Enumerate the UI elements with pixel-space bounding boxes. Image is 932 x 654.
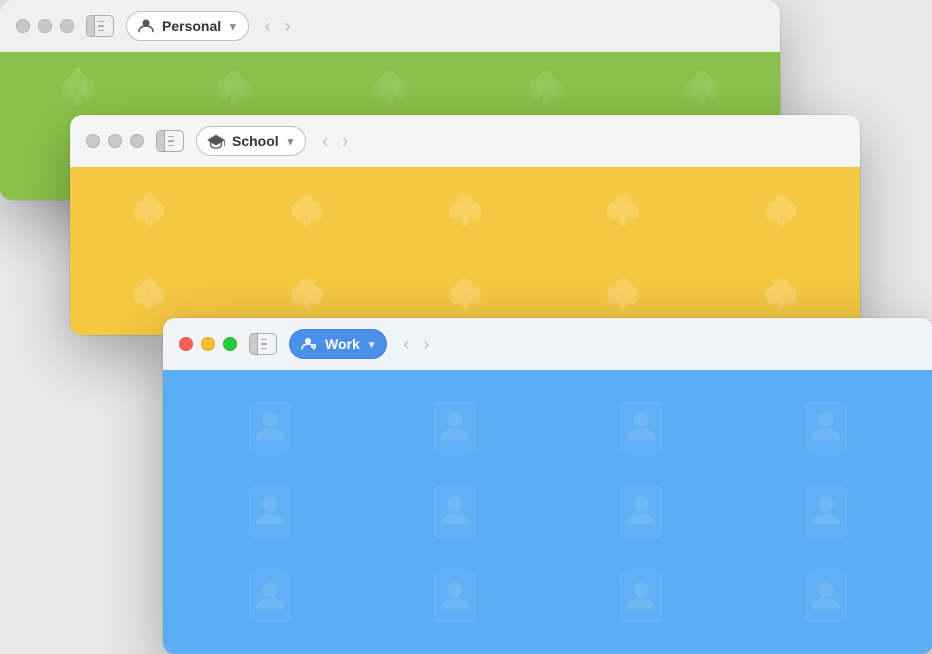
maximize-button-school[interactable] xyxy=(130,134,144,148)
sidebar-line xyxy=(261,348,267,350)
sidebar-left xyxy=(157,131,165,151)
nav-forward-work[interactable]: › xyxy=(423,334,429,355)
contact-tile xyxy=(373,479,539,544)
contact-tile xyxy=(558,479,724,544)
contact-tile xyxy=(187,565,353,630)
chevron-down-icon: ▾ xyxy=(288,135,294,148)
close-button-school[interactable] xyxy=(86,134,100,148)
account-label-work: Work xyxy=(325,336,360,352)
nav-forward-school[interactable]: › xyxy=(342,131,348,152)
window-work[interactable]: Work ▾ ‹ › xyxy=(163,318,932,654)
content-school xyxy=(70,167,860,335)
sidebar-left-work xyxy=(250,334,258,354)
account-selector-personal[interactable]: Personal ▾ xyxy=(126,11,249,41)
sidebar-toggle-work[interactable] xyxy=(249,333,277,355)
person-badge-icon xyxy=(300,335,318,353)
minimize-button-personal[interactable] xyxy=(38,19,52,33)
contact-tile xyxy=(373,394,539,459)
traffic-lights-school xyxy=(86,134,144,148)
contact-tile xyxy=(744,394,910,459)
nav-back-personal[interactable]: ‹ xyxy=(265,16,271,37)
sidebar-right-work xyxy=(258,334,270,354)
contact-tile xyxy=(744,565,910,630)
sidebar-toggle-right xyxy=(95,16,107,36)
sidebar-line xyxy=(261,339,267,341)
contact-tile xyxy=(558,394,724,459)
person-icon xyxy=(137,17,155,35)
nav-arrows-personal: ‹ › xyxy=(265,16,291,37)
account-selector-school[interactable]: School ▾ xyxy=(196,126,306,156)
pattern-cell xyxy=(702,167,860,251)
graduation-cap-icon xyxy=(207,132,225,150)
sidebar-line xyxy=(98,21,104,23)
pattern-cell xyxy=(70,167,228,251)
sidebar-line xyxy=(98,30,104,32)
contact-tile xyxy=(187,394,353,459)
sidebar-line xyxy=(98,25,104,27)
account-label-school: School xyxy=(232,133,279,149)
close-button-personal[interactable] xyxy=(16,19,30,33)
nav-arrows-school: ‹ › xyxy=(322,131,348,152)
pattern-cell xyxy=(386,167,544,251)
sidebar-line xyxy=(168,136,174,138)
traffic-lights-personal xyxy=(16,19,74,33)
nav-arrows-work: ‹ › xyxy=(403,334,429,355)
minimize-button-work[interactable] xyxy=(201,337,215,351)
titlebar-work: Work ▾ ‹ › xyxy=(163,318,932,370)
background-pattern-school xyxy=(70,167,860,335)
maximize-button-work[interactable] xyxy=(223,337,237,351)
sidebar-right xyxy=(165,131,177,151)
contact-tile xyxy=(558,565,724,630)
nav-back-work[interactable]: ‹ xyxy=(403,334,409,355)
minimize-button-school[interactable] xyxy=(108,134,122,148)
contact-tile xyxy=(373,565,539,630)
pattern-cell xyxy=(544,167,702,251)
content-work xyxy=(163,370,932,654)
sidebar-toggle-left xyxy=(87,16,95,36)
chevron-down-icon: ▾ xyxy=(230,20,236,33)
sidebar-toggle-personal[interactable] xyxy=(86,15,114,37)
maximize-button-personal[interactable] xyxy=(60,19,74,33)
titlebar-personal: Personal ▾ ‹ › xyxy=(0,0,780,52)
contact-grid-pattern xyxy=(163,370,932,654)
contact-tile xyxy=(744,479,910,544)
close-button-work[interactable] xyxy=(179,337,193,351)
sidebar-line xyxy=(168,145,174,147)
account-label-personal: Personal xyxy=(162,18,221,34)
nav-forward-personal[interactable]: › xyxy=(285,16,291,37)
titlebar-school: School ▾ ‹ › xyxy=(70,115,860,167)
account-selector-work[interactable]: Work ▾ xyxy=(289,329,387,359)
chevron-down-icon: ▾ xyxy=(369,338,375,351)
sidebar-toggle-school[interactable] xyxy=(156,130,184,152)
pattern-cell xyxy=(228,167,386,251)
sidebar-line xyxy=(261,343,267,345)
traffic-lights-work[interactable] xyxy=(179,337,237,351)
sidebar-line xyxy=(168,140,174,142)
window-school[interactable]: School ▾ ‹ › xyxy=(70,115,860,335)
contact-tile xyxy=(187,479,353,544)
nav-back-school[interactable]: ‹ xyxy=(322,131,328,152)
